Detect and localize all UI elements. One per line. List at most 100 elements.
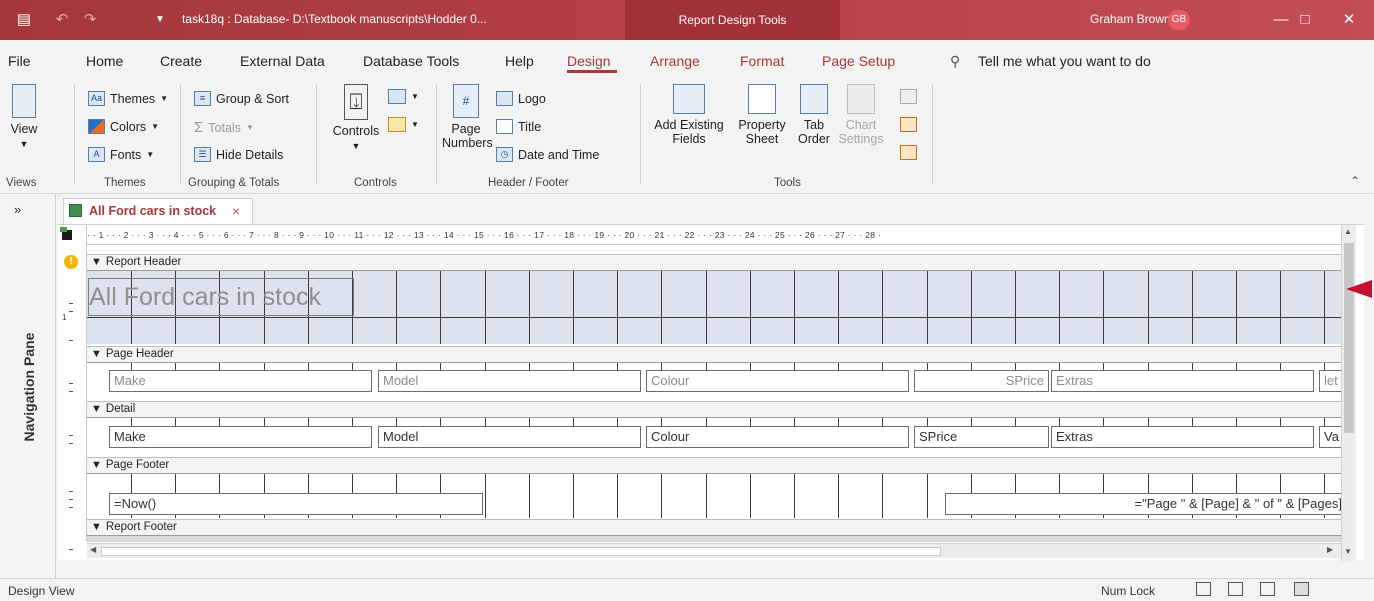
section-report-footer[interactable]: ▼ Report Footer xyxy=(87,519,1341,536)
page-footer-label: Page Footer xyxy=(105,459,170,471)
layout-view-icon[interactable] xyxy=(1260,582,1275,596)
sprice-field[interactable]: SPrice xyxy=(914,426,1049,448)
horizontal-scroll-thumb[interactable] xyxy=(101,547,941,556)
avatar[interactable]: GB xyxy=(1168,10,1190,30)
scroll-right-icon[interactable]: ▶ xyxy=(1327,545,1333,554)
controls-button[interactable]: ⍗ Controls ▼ xyxy=(328,84,384,153)
tell-me-box[interactable]: Tell me what you want to do xyxy=(978,53,1151,69)
insert-image-button[interactable]: ▼ xyxy=(388,89,419,104)
colour-field[interactable]: Colour xyxy=(646,426,909,448)
model-field[interactable]: Model xyxy=(378,426,641,448)
colors-button[interactable]: Colors ▼ xyxy=(88,119,159,134)
report-view-icon[interactable] xyxy=(1196,582,1211,596)
tab-home[interactable]: Home xyxy=(86,53,123,69)
vertical-scrollbar[interactable]: ▲ ▼ xyxy=(1341,225,1356,561)
close-icon[interactable]: ✕ xyxy=(1326,0,1372,40)
navigation-pane[interactable]: » Navigation Pane xyxy=(0,194,56,578)
tab-external-data[interactable]: External Data xyxy=(240,53,325,69)
tab-format[interactable]: Format xyxy=(740,53,784,69)
tab-design[interactable]: Design xyxy=(567,53,611,69)
sprice-label[interactable]: SPrice xyxy=(914,370,1049,392)
section-page-header[interactable]: ▼ Page Header xyxy=(87,346,1341,363)
horizontal-scrollbar[interactable]: ◀ ▶ xyxy=(87,543,1341,558)
make-field[interactable]: Make xyxy=(109,426,372,448)
save-icon[interactable]: ▤ xyxy=(12,0,36,40)
print-preview-icon[interactable] xyxy=(1228,582,1243,596)
maximize-icon[interactable]: □ xyxy=(1282,0,1328,40)
tab-order-button[interactable]: Tab Order xyxy=(794,84,834,146)
truncated-label[interactable]: let xyxy=(1319,370,1341,392)
tab-page-setup[interactable]: Page Setup xyxy=(822,53,895,69)
group-grouping-label: Grouping & Totals xyxy=(188,177,280,189)
logo-button[interactable]: Logo xyxy=(496,91,546,106)
insert-control-button[interactable]: ▼ xyxy=(388,117,419,132)
report-design-surface[interactable]: · · 1 · · · 2 · · · 3 · · · 4 · · · 5 · … xyxy=(58,224,1364,561)
close-tab-icon[interactable]: × xyxy=(232,199,240,223)
report-footer-body[interactable] xyxy=(87,536,1341,542)
detail-body[interactable]: Make Model Colour SPrice Extras Va xyxy=(87,418,1341,456)
colour-label[interactable]: Colour xyxy=(646,370,909,392)
design-view-icon[interactable] xyxy=(1294,582,1309,596)
fonts-button[interactable]: A Fonts ▼ xyxy=(88,147,154,162)
model-label[interactable]: Model xyxy=(378,370,641,392)
code-button[interactable] xyxy=(900,117,917,132)
expand-pane-icon[interactable]: » xyxy=(14,202,21,217)
convert-macros-button[interactable] xyxy=(900,145,917,160)
scroll-up-icon[interactable]: ▲ xyxy=(1344,227,1352,236)
warning-icon[interactable]: ! xyxy=(64,255,78,269)
chart-settings-button[interactable]: Chart Settings xyxy=(836,84,886,146)
chart-settings-icon xyxy=(847,84,875,114)
page-number-field[interactable]: ="Page " & [Page] & " of " & [Pages] xyxy=(945,493,1341,515)
ruler-tick xyxy=(69,507,73,508)
date-time-button[interactable]: ◷ Date and Time xyxy=(496,147,599,162)
tab-file[interactable]: File xyxy=(8,53,31,69)
totals-label: Totals xyxy=(208,120,241,135)
totals-button[interactable]: Σ Totals ▼ xyxy=(194,119,254,136)
collapse-ribbon-icon[interactable]: ⌃ xyxy=(1350,174,1360,188)
truncated-field[interactable]: Va xyxy=(1319,426,1341,448)
section-report-header[interactable]: ▼ Report Header xyxy=(87,254,1341,271)
add-existing-fields-button[interactable]: Add Existing Fields xyxy=(648,84,730,146)
now-field[interactable]: =Now() xyxy=(109,493,483,515)
report-selector[interactable] xyxy=(58,225,87,245)
document-tab[interactable]: All Ford cars in stock × xyxy=(63,198,253,224)
title-button[interactable]: Title xyxy=(496,119,541,134)
subform-button[interactable] xyxy=(900,89,917,104)
title-bar: ▤ ↶ ↷ ▼ task18q : Database- D:\Textbook … xyxy=(0,0,1374,40)
image-icon xyxy=(388,89,406,104)
themes-button[interactable]: Aa Themes ▼ xyxy=(88,91,168,106)
group-sort-button[interactable]: ≡ Group & Sort xyxy=(194,91,289,106)
scroll-left-icon[interactable]: ◀ xyxy=(90,545,96,554)
property-sheet-button[interactable]: Property Sheet xyxy=(734,84,790,146)
page-header-body[interactable]: Make Model Colour SPrice Extras let xyxy=(87,363,1341,400)
make-label[interactable]: Make xyxy=(109,370,372,392)
extras-field[interactable]: Extras xyxy=(1051,426,1314,448)
grid-line xyxy=(131,418,132,426)
tab-help[interactable]: Help xyxy=(505,53,534,69)
page-footer-body[interactable]: =Now() ="Page " & [Page] & " of " & [Pag… xyxy=(87,474,1341,519)
report-header-body[interactable]: All Ford cars in stock xyxy=(87,271,1341,344)
report-title-label[interactable]: All Ford cars in stock xyxy=(88,278,354,316)
extras-label[interactable]: Extras xyxy=(1051,370,1314,392)
tab-database-tools[interactable]: Database Tools xyxy=(363,53,459,69)
section-detail[interactable]: ▼ Detail xyxy=(87,401,1341,418)
customize-qat-icon[interactable]: ▼ xyxy=(150,0,170,40)
view-button[interactable]: View ▼ xyxy=(6,84,42,151)
hide-details-button[interactable]: ☰ Hide Details xyxy=(194,147,283,162)
redo-icon[interactable]: ↷ xyxy=(80,0,100,40)
grid-line xyxy=(396,418,397,426)
page-numbers-button[interactable]: # Page Numbers xyxy=(442,84,493,150)
grid-line xyxy=(750,418,751,426)
ribbon-display-icon[interactable] xyxy=(1212,0,1258,40)
grid-line xyxy=(485,418,486,426)
user-name[interactable]: Graham Brown xyxy=(1090,12,1171,26)
tab-arrange[interactable]: Arrange xyxy=(650,53,700,69)
scroll-down-icon[interactable]: ▼ xyxy=(1344,547,1352,556)
add-fields-icon xyxy=(673,84,705,114)
section-page-footer[interactable]: ▼ Page Footer xyxy=(87,457,1341,474)
vertical-scroll-thumb[interactable] xyxy=(1344,243,1354,433)
undo-icon[interactable]: ↶ xyxy=(52,0,72,40)
tab-create[interactable]: Create xyxy=(160,53,202,69)
access-window: ▤ ↶ ↷ ▼ task18q : Database- D:\Textbook … xyxy=(0,0,1374,601)
navigation-pane-label[interactable]: Navigation Pane xyxy=(21,322,37,452)
